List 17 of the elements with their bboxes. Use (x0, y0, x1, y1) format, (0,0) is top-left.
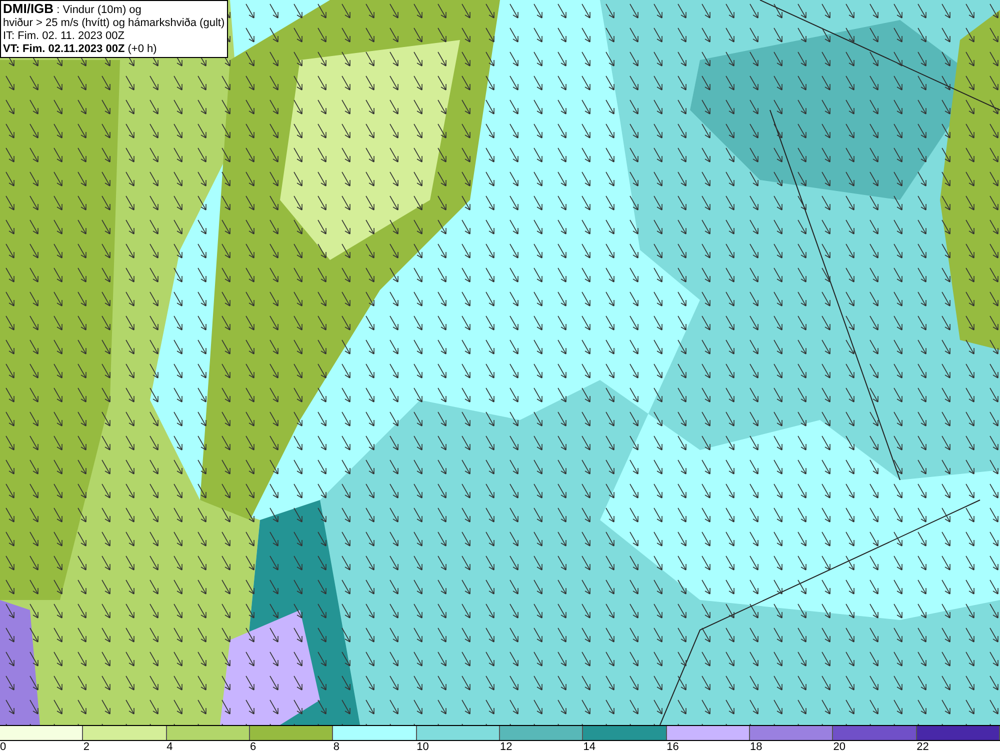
valid-time: VT: Fim. 02.11.2023 00Z (+0 h) (3, 43, 158, 56)
legend-label: 14 (583, 741, 596, 753)
legend-label: 20 (833, 741, 846, 753)
initial-time: IT: Fim. 02. 11. 2023 00Z (3, 30, 126, 43)
legend-label: 12 (500, 741, 512, 753)
legend-label: 18 (750, 741, 762, 753)
legend-label: 6 (250, 741, 256, 753)
source-label: DMI/IGB (3, 1, 54, 16)
legend-label: 2 (83, 741, 90, 753)
legend-label: 8 (333, 741, 340, 753)
map-subtitle: hviður > 25 m/s (hvítt) og hámarkshviða (gult) (3, 17, 225, 30)
legend-label: 22 (916, 741, 929, 753)
legend-label: 16 (666, 741, 679, 753)
legend-label: 4 (166, 741, 173, 753)
legend-label: 0 (0, 741, 6, 753)
legend-label: 10 (416, 741, 429, 753)
map-title: : Vindur (10m) og (56, 4, 142, 16)
